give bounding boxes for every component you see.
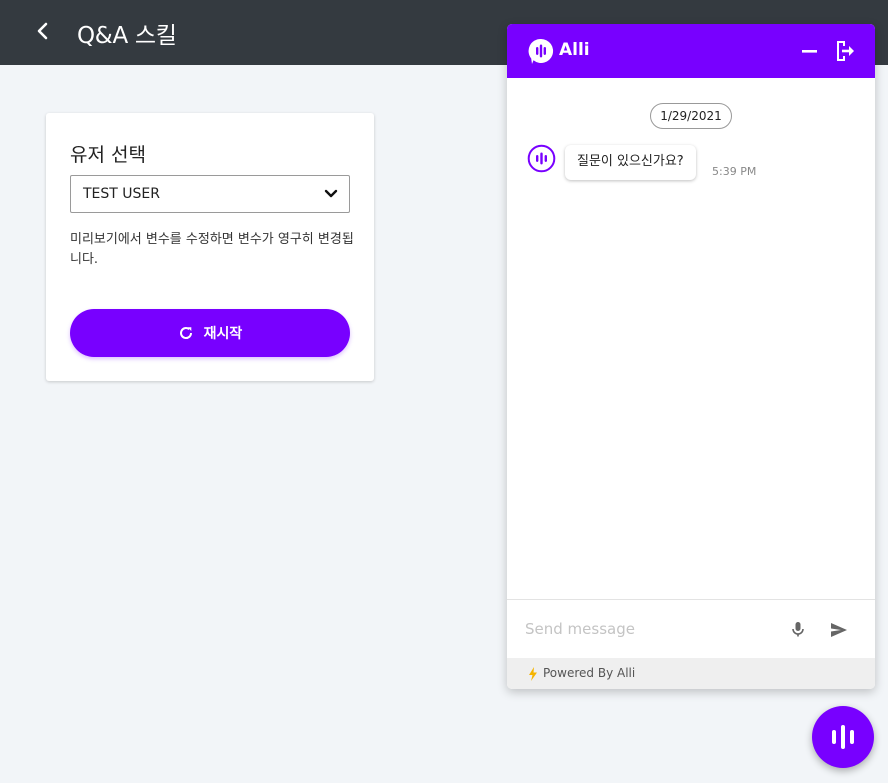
back-button[interactable] xyxy=(28,16,58,46)
card-title: 유저 선택 xyxy=(70,144,146,166)
minimize-button[interactable] xyxy=(799,38,821,64)
message-time: 5:39 PM xyxy=(712,165,757,178)
microphone-icon[interactable] xyxy=(789,620,807,640)
restart-button[interactable]: 재시작 xyxy=(70,309,350,357)
help-text: 미리보기에서 변수를 수정하면 변수가 영구히 변경됩니다. xyxy=(70,232,354,267)
restart-label: 재시작 xyxy=(203,325,243,341)
minimize-icon xyxy=(802,50,817,53)
bot-message: 질문이 있으신가요? xyxy=(565,145,696,180)
chat-header: Alli xyxy=(507,24,875,78)
chat-widget: Alli 1/29/2021 질문이 있으신가요? 5:39 PM Send m… xyxy=(507,24,875,689)
exit-chat-button[interactable] xyxy=(833,38,857,64)
chevron-down-icon xyxy=(324,189,338,198)
lightning-icon xyxy=(529,667,537,681)
bot-avatar-icon xyxy=(527,144,556,173)
message-composer xyxy=(507,599,875,658)
message-input[interactable] xyxy=(525,614,765,644)
exit-icon xyxy=(837,41,854,61)
date-chip: 1/29/2021 xyxy=(650,103,732,129)
powered-by-text: Powered By Alli xyxy=(543,666,636,680)
powered-by-footer: Powered By Alli xyxy=(507,658,875,689)
alli-logo-icon xyxy=(528,38,554,64)
alli-launcher-icon xyxy=(832,725,854,749)
user-select-card: 유저 선택 TEST USER 미리보기에서 변수를 수정하면 변수가 영구히 … xyxy=(46,113,374,381)
user-select-dropdown[interactable]: TEST USER xyxy=(70,175,350,213)
page-title: Q&A 스킬 xyxy=(77,23,177,49)
refresh-icon xyxy=(179,327,192,339)
selected-user: TEST USER xyxy=(83,186,160,202)
chevron-left-icon xyxy=(37,22,48,40)
chat-title: Alli xyxy=(559,40,590,60)
send-icon[interactable] xyxy=(829,620,849,640)
chat-launcher-button[interactable] xyxy=(812,706,874,768)
